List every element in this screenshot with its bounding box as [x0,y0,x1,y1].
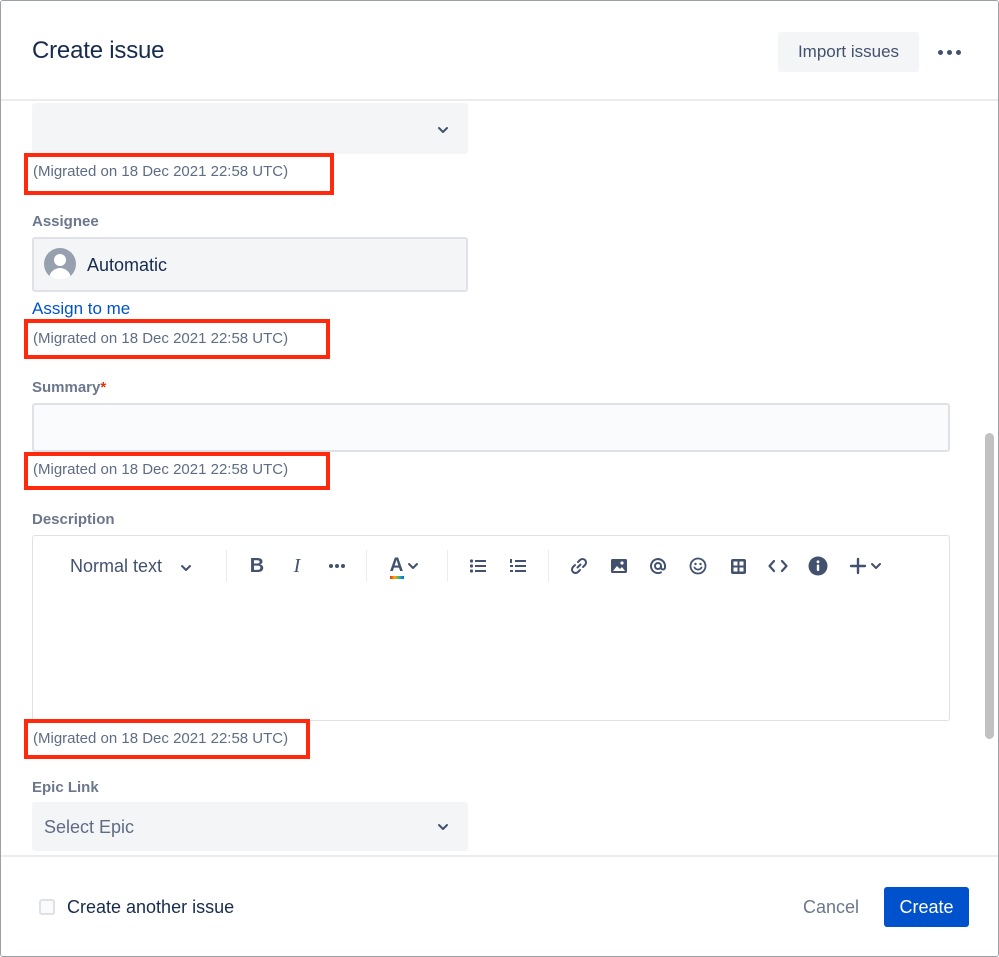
epic-link-label: Epic Link [32,779,99,796]
italic-icon[interactable]: I [285,554,309,578]
more-dot [946,49,952,55]
text-color-glyph: A [389,555,404,576]
text-color-icon[interactable]: A [385,554,425,578]
description-editor[interactable]: Normal text B I A [32,535,950,721]
chevron-down-icon [438,127,448,133]
migrated-note: (Migrated on 18 Dec 2021 22:58 UTC) [33,163,289,180]
avatar-body [49,268,71,280]
assign-to-me-link[interactable]: Assign to me [32,299,130,319]
code-icon[interactable] [766,554,790,578]
toolbar-divider [447,550,448,582]
migrated-note: (Migrated on 18 Dec 2021 22:58 UTC) [33,330,289,347]
more-options-button[interactable] [927,35,971,69]
image-icon[interactable] [607,554,631,578]
chevron-down-icon [871,563,881,569]
link-icon[interactable] [567,554,591,578]
chevron-down-icon [181,565,191,571]
assignee-value: Automatic [87,255,168,275]
create-another-checkbox[interactable] [39,899,55,915]
summary-input[interactable] [32,403,950,452]
text-style-dropdown[interactable]: Normal text [70,556,162,577]
migrated-note: (Migrated on 18 Dec 2021 22:58 UTC) [33,461,289,478]
create-another-label[interactable]: Create another issue [67,897,234,918]
toolbar-divider [366,550,367,582]
info-icon[interactable] [806,554,830,578]
emoji-icon[interactable] [686,554,710,578]
description-label: Description [32,511,115,528]
epic-link-placeholder: Select Epic [44,817,135,837]
toolbar-divider [226,550,227,582]
more-dot [955,49,961,55]
migrated-note: (Migrated on 18 Dec 2021 22:58 UTC) [33,730,289,747]
chevron-down-icon [408,563,419,569]
create-button[interactable]: Create [884,887,969,927]
dialog-header: Create issue Import issues [1,1,998,101]
assignee-select[interactable]: Automatic [32,237,468,292]
insert-plus-icon[interactable] [846,554,886,578]
dialog-footer: Create another issue Cancel Create [1,855,998,956]
dialog-content[interactable]: (Migrated on 18 Dec 2021 22:58 UTC) Assi… [1,103,998,855]
summary-label-text: Summary [32,379,101,396]
dialog-title: Create issue [32,37,165,64]
avatar-head [54,254,66,266]
epic-link-select[interactable]: Select Epic [32,802,468,851]
mention-icon[interactable] [646,554,670,578]
assignee-label: Assignee [32,213,99,230]
required-mark: * [100,379,107,396]
chevron-down-icon [438,824,448,830]
content-scrollbar[interactable] [985,433,994,739]
more-horizontal-icon [937,49,943,55]
bold-icon[interactable]: B [245,554,269,578]
numbered-list-icon[interactable] [506,554,530,578]
toolbar-divider [548,550,549,582]
import-issues-button[interactable]: Import issues [778,32,919,72]
create-issue-dialog: Create issue Import issues (Migrated on … [0,0,999,957]
summary-label: Summary* [32,379,106,396]
more-formatting-icon[interactable] [325,554,349,578]
issue-field-select[interactable] [32,103,468,154]
text-style-label: Normal text [70,556,163,576]
cancel-button[interactable]: Cancel [791,887,871,927]
user-avatar-icon [44,248,76,280]
bullet-list-icon[interactable] [466,554,490,578]
color-swatch-bar [390,576,404,579]
table-icon[interactable] [726,554,750,578]
